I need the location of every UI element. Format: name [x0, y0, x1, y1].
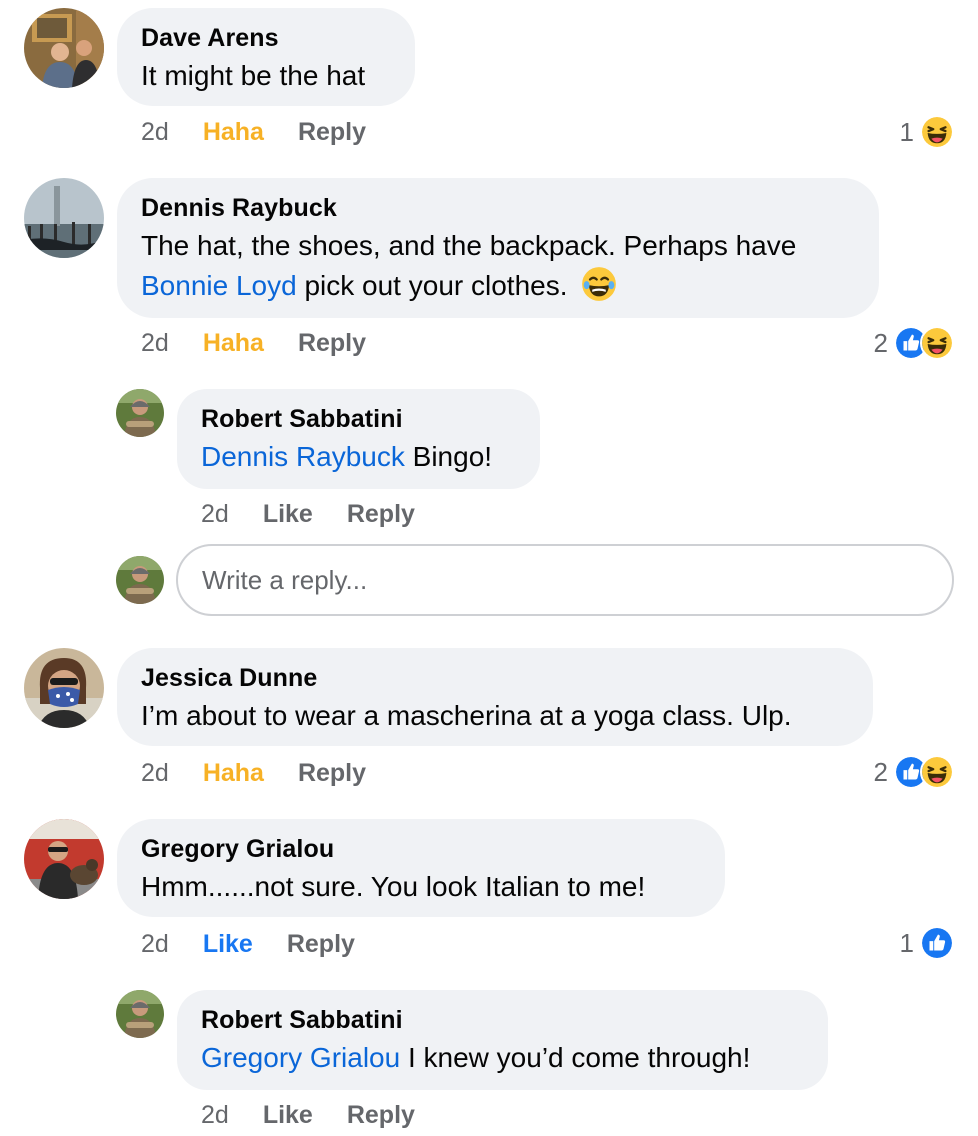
haha-reaction-button[interactable]: Haha — [203, 328, 264, 358]
reply-bubble: Robert Sabbatini Gregory Grialou I knew … — [177, 990, 828, 1090]
avatar-jessica-dunne[interactable] — [24, 648, 104, 728]
comment-author[interactable]: Dennis Raybuck — [141, 193, 855, 223]
like-button[interactable]: Like — [263, 499, 313, 529]
avatar-dennis-raybuck[interactable] — [24, 178, 104, 258]
comment-text: It might be the hat — [141, 60, 366, 91]
comment-text: I’m about to wear a mascherina at a yoga… — [141, 700, 792, 731]
comment-text-line: The hat, the shoes, and the backpack. Pe… — [141, 230, 797, 261]
reaction-count: 2 — [873, 327, 888, 358]
avatar-dave-arens[interactable] — [24, 8, 104, 88]
comment-actions: 2d Like Reply — [141, 929, 389, 959]
reaction-summary[interactable]: 1 — [900, 925, 954, 961]
comment-actions: 2d Haha Reply — [141, 328, 400, 358]
mention-link[interactable]: Dennis Raybuck — [201, 441, 405, 472]
like-button[interactable]: Like — [263, 1100, 313, 1130]
reply-button[interactable]: Reply — [298, 328, 366, 358]
reaction-summary[interactable]: 2 — [874, 754, 954, 790]
avatar-robert-sabbatini[interactable] — [116, 389, 164, 437]
haha-reaction-button[interactable]: Haha — [203, 758, 264, 788]
comment-timestamp[interactable]: 2d — [141, 758, 169, 788]
comment-text: The hat, the shoes, and the backpack. Pe… — [141, 226, 855, 306]
like-button[interactable]: Like — [203, 929, 253, 959]
reaction-count: 1 — [899, 927, 914, 958]
comment-timestamp[interactable]: 2d — [141, 328, 169, 358]
reply-timestamp[interactable]: 2d — [201, 1100, 229, 1130]
comment-bubble: Dennis Raybuck The hat, the shoes, and t… — [117, 178, 879, 318]
comment-author[interactable]: Dave Arens — [141, 23, 391, 53]
reaction-count: 1 — [899, 116, 914, 147]
reaction-summary[interactable]: 2 — [874, 325, 954, 361]
reaction-count: 2 — [873, 756, 888, 787]
comment-author[interactable]: Gregory Grialou — [141, 834, 701, 864]
comment-timestamp[interactable]: 2d — [141, 117, 169, 147]
avatar-gregory-grialou[interactable] — [24, 819, 104, 899]
avatar-robert-sabbatini[interactable] — [116, 990, 164, 1038]
comment-text-line: pick out your clothes. — [296, 270, 568, 301]
mention-link[interactable]: Gregory Grialou — [201, 1042, 400, 1073]
reply-text: Dennis Raybuck Bingo! — [201, 437, 516, 477]
reply-bubble: Robert Sabbatini Dennis Raybuck Bingo! — [177, 389, 540, 489]
avatar-current-user — [116, 556, 164, 604]
reply-button[interactable]: Reply — [287, 929, 355, 959]
reply-button[interactable]: Reply — [347, 1100, 415, 1130]
mention-link[interactable]: Bonnie Loyd — [141, 270, 297, 301]
haha-reaction-button[interactable]: Haha — [203, 117, 264, 147]
reply-text: Gregory Grialou I knew you’d come throug… — [201, 1038, 804, 1078]
reply-actions: 2d Like Reply — [201, 499, 449, 529]
reply-timestamp[interactable]: 2d — [201, 499, 229, 529]
comment-author[interactable]: Jessica Dunne — [141, 663, 849, 693]
reply-text-body: Bingo! — [404, 441, 493, 472]
reply-button[interactable]: Reply — [298, 117, 366, 147]
haha-icon — [920, 326, 954, 360]
reply-author[interactable]: Robert Sabbatini — [201, 404, 516, 434]
reaction-summary[interactable]: 1 — [900, 114, 954, 150]
write-reply-input[interactable] — [176, 544, 954, 616]
comment-actions: 2d Haha Reply — [141, 117, 400, 147]
reply-author[interactable]: Robert Sabbatini — [201, 1005, 804, 1035]
laughing-emoji-icon — [581, 266, 617, 302]
reply-button[interactable]: Reply — [298, 758, 366, 788]
like-icon — [920, 926, 954, 960]
comment-bubble: Jessica Dunne I’m about to wear a masche… — [117, 648, 873, 746]
comment-text: Hmm......not sure. You look Italian to m… — [141, 871, 646, 902]
haha-icon — [920, 115, 954, 149]
comment-bubble: Dave Arens It might be the hat — [117, 8, 415, 106]
haha-icon — [920, 755, 954, 789]
comment-timestamp[interactable]: 2d — [141, 929, 169, 959]
reply-button[interactable]: Reply — [347, 499, 415, 529]
comment-actions: 2d Haha Reply — [141, 758, 400, 788]
reply-text-body: I knew you’d come through! — [400, 1042, 751, 1073]
reply-actions: 2d Like Reply — [201, 1100, 449, 1130]
comment-bubble: Gregory Grialou Hmm......not sure. You l… — [117, 819, 725, 917]
